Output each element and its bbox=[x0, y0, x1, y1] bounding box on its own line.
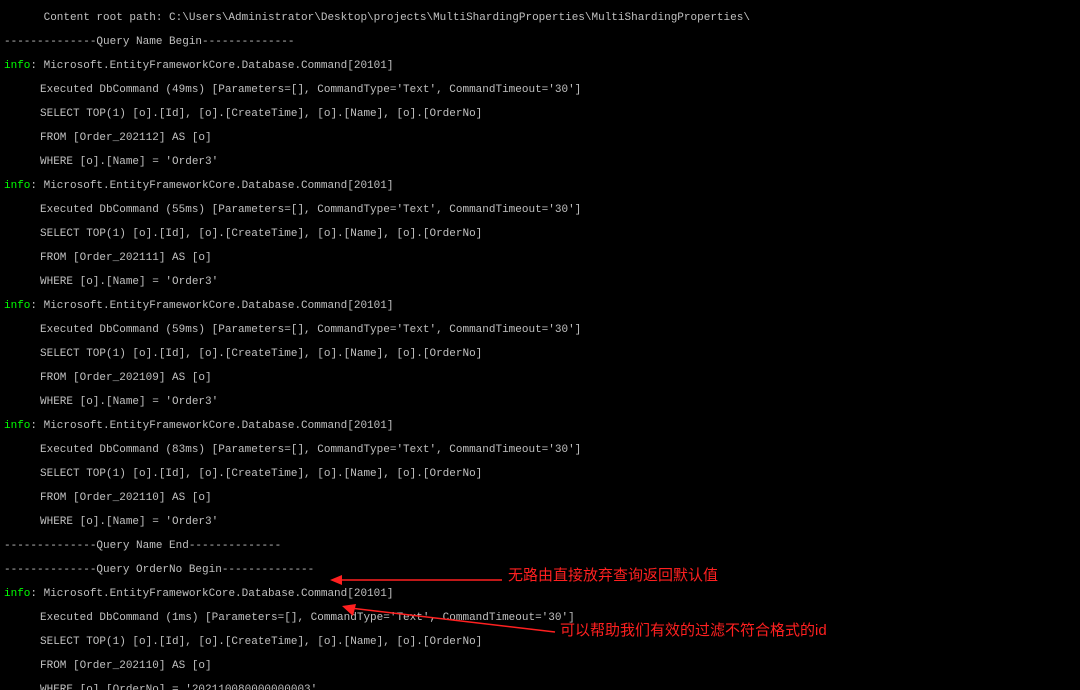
line: info: Microsoft.EntityFrameworkCore.Data… bbox=[4, 588, 1080, 600]
line: WHERE [o].[OrderNo] = '20211008000000000… bbox=[4, 684, 1080, 690]
log-level: info bbox=[4, 300, 30, 312]
line: WHERE [o].[Name] = 'Order3' bbox=[4, 516, 1080, 528]
line: WHERE [o].[Name] = 'Order3' bbox=[4, 396, 1080, 408]
line: SELECT TOP(1) [o].[Id], [o].[CreateTime]… bbox=[4, 636, 1080, 648]
line: SELECT TOP(1) [o].[Id], [o].[CreateTime]… bbox=[4, 108, 1080, 120]
log-level: info bbox=[4, 420, 30, 432]
line: FROM [Order_202110] AS [o] bbox=[4, 492, 1080, 504]
line: FROM [Order_202111] AS [o] bbox=[4, 252, 1080, 264]
log-src: : Microsoft.EntityFrameworkCore.Database… bbox=[30, 300, 393, 312]
line: Executed DbCommand (83ms) [Parameters=[]… bbox=[4, 444, 1080, 456]
console-output: Content root path: C:\Users\Administrato… bbox=[0, 0, 1080, 690]
line: SELECT TOP(1) [o].[Id], [o].[CreateTime]… bbox=[4, 468, 1080, 480]
line: Content root path: C:\Users\Administrato… bbox=[4, 12, 1080, 24]
line: FROM [Order_202112] AS [o] bbox=[4, 132, 1080, 144]
line: info: Microsoft.EntityFrameworkCore.Data… bbox=[4, 420, 1080, 432]
separator: --------------Query Name Begin----------… bbox=[4, 36, 1080, 48]
line: WHERE [o].[Name] = 'Order3' bbox=[4, 156, 1080, 168]
line: FROM [Order_202109] AS [o] bbox=[4, 372, 1080, 384]
log-src: : Microsoft.EntityFrameworkCore.Database… bbox=[30, 420, 393, 432]
line: SELECT TOP(1) [o].[Id], [o].[CreateTime]… bbox=[4, 228, 1080, 240]
line: FROM [Order_202110] AS [o] bbox=[4, 660, 1080, 672]
separator: --------------Query OrderNo Begin-------… bbox=[4, 564, 1080, 576]
line: Executed DbCommand (49ms) [Parameters=[]… bbox=[4, 84, 1080, 96]
log-level: info bbox=[4, 60, 30, 72]
separator: --------------Query Name End------------… bbox=[4, 540, 1080, 552]
line: Executed DbCommand (59ms) [Parameters=[]… bbox=[4, 324, 1080, 336]
line: Executed DbCommand (1ms) [Parameters=[],… bbox=[4, 612, 1080, 624]
line: info: Microsoft.EntityFrameworkCore.Data… bbox=[4, 180, 1080, 192]
line: info: Microsoft.EntityFrameworkCore.Data… bbox=[4, 60, 1080, 72]
line: info: Microsoft.EntityFrameworkCore.Data… bbox=[4, 300, 1080, 312]
log-src: : Microsoft.EntityFrameworkCore.Database… bbox=[30, 60, 393, 72]
log-level: info bbox=[4, 180, 30, 192]
log-src: : Microsoft.EntityFrameworkCore.Database… bbox=[30, 180, 393, 192]
line: Executed DbCommand (55ms) [Parameters=[]… bbox=[4, 204, 1080, 216]
log-level: info bbox=[4, 588, 30, 600]
line: WHERE [o].[Name] = 'Order3' bbox=[4, 276, 1080, 288]
log-src: : Microsoft.EntityFrameworkCore.Database… bbox=[30, 588, 393, 600]
line: SELECT TOP(1) [o].[Id], [o].[CreateTime]… bbox=[4, 348, 1080, 360]
